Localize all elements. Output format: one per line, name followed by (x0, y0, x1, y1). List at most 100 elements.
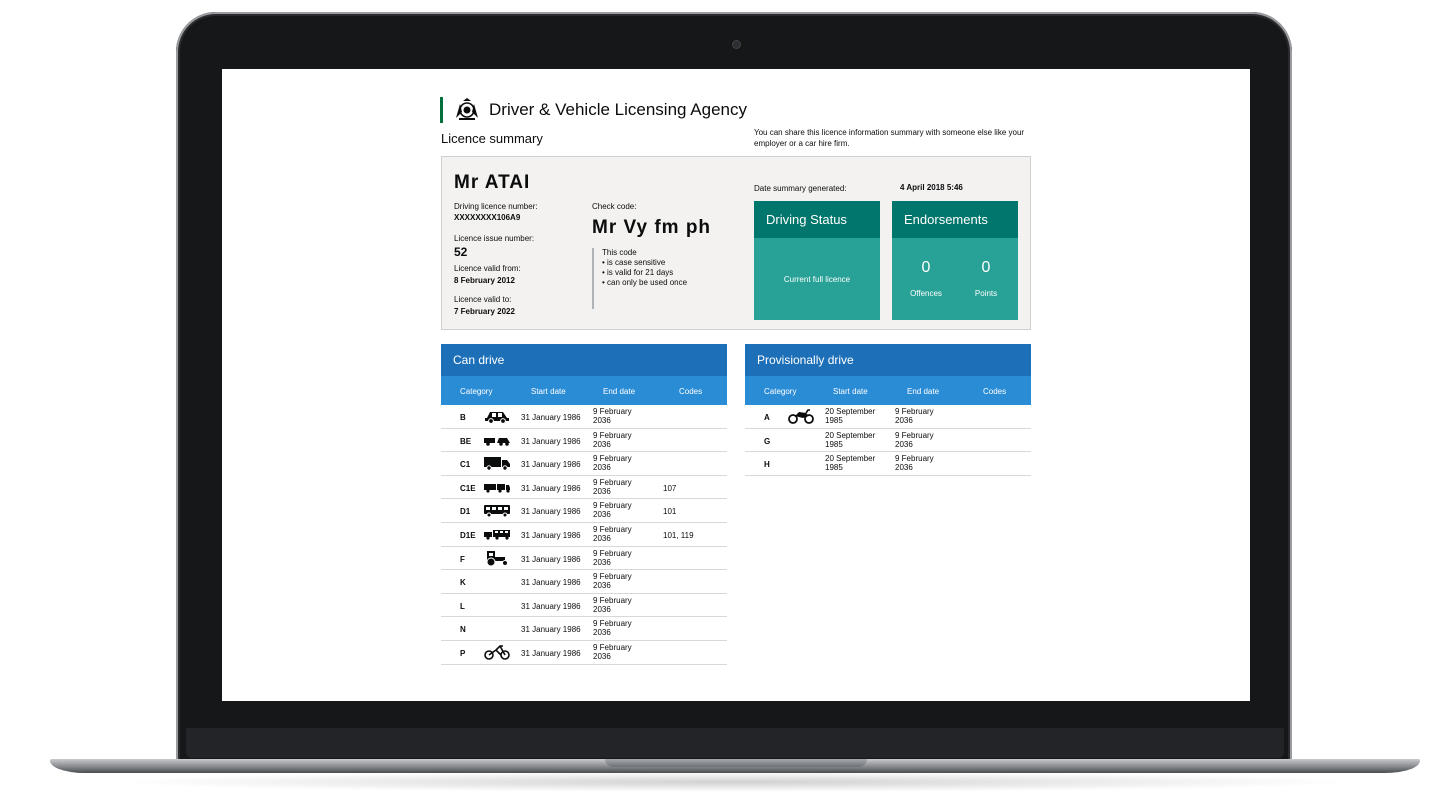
licence-holder-name: Mr ATAI (454, 172, 531, 193)
provisional-header-row: Category Start date End date Codes (745, 376, 1031, 405)
can-drive-header-row: Category Start date End date Codes (441, 376, 727, 405)
category-cell: L (460, 601, 465, 611)
licence-number-value: XXXXXXXX106A9 (454, 213, 521, 222)
end-date-cell: 9 February 2036 (593, 431, 637, 449)
screen: Driver & Vehicle Licensing Agency Licenc… (222, 69, 1250, 701)
royal-crest-icon (456, 98, 478, 120)
end-date-cell: 9 February 2036 (895, 454, 939, 472)
end-date-cell: 9 February 2036 (593, 501, 637, 519)
end-date-line: 9 February (593, 524, 632, 534)
start-date-cell: 31 January 1986 (521, 413, 581, 422)
licence-summary-panel: Mr ATAI Driving licence number: XXXXXXXX… (441, 156, 1031, 330)
category-cell: C1 (460, 460, 471, 470)
end-date-cell: 9 February 2036 (895, 407, 939, 425)
start-date-line: 1985 (825, 463, 843, 473)
end-date-line: 9 February (593, 548, 632, 558)
end-date-line: 2036 (593, 416, 611, 425)
category-cell: F (460, 554, 465, 564)
end-date-line: 2036 (593, 533, 611, 543)
check-code-value[interactable]: Mr Vy fm ph (592, 217, 711, 239)
table-row: D1E 31 January 1986 9 February 2036 101, 119 (441, 523, 727, 547)
end-date-cell: 9 February 2036 (593, 572, 637, 590)
end-date-line: 9 February (593, 642, 632, 652)
code-note-line: • can only be used once (602, 278, 688, 287)
table-row: H 20 September 1985 9 February 2036 (745, 452, 1031, 476)
end-date-line: 2036 (593, 557, 611, 567)
start-date-cell: 31 January 1986 (521, 436, 581, 446)
codes-cell: 107 (663, 483, 677, 493)
end-date-cell: 9 February 2036 (593, 478, 637, 496)
category-cell: BE (460, 436, 472, 446)
column-header-category: Category (764, 387, 797, 396)
end-date-line: 2036 (593, 604, 611, 614)
offences-label: Offences (910, 289, 942, 298)
code-note-line: This code (602, 248, 637, 257)
points-count: 0 (981, 259, 991, 276)
end-date-line: 9 February (593, 454, 632, 464)
table-row: F 31 January 1986 9 February 2036 (441, 547, 727, 571)
driving-status-tile: Driving Status Current full licence (754, 201, 880, 320)
car-icon (483, 408, 511, 424)
check-code-label: Check code: (592, 202, 637, 211)
endorsements-tile: Endorsements 0 Offences 0 Points (892, 201, 1018, 320)
end-date-cell: 9 February 2036 (593, 407, 637, 425)
end-date-line: 2036 (593, 463, 611, 473)
end-date-line: 9 February (593, 595, 632, 605)
valid-to-label: Licence valid to: (454, 295, 512, 304)
start-date-cell: 20 September 1985 (825, 454, 881, 472)
codes-cell: 101, 119 (663, 530, 694, 540)
table-row: C1E 31 January 1986 9 February 2036 107 (441, 476, 727, 500)
code-note-line: • is case sensitive (602, 258, 666, 267)
start-date-cell: 31 January 1986 (521, 554, 581, 564)
valid-to-value: 7 February 2022 (454, 307, 515, 316)
category-cell: H (764, 460, 770, 470)
start-date-cell: 20 September 1985 (825, 407, 881, 425)
category-cell: G (764, 436, 771, 446)
column-header-end-date: End date (907, 387, 940, 396)
category-cell: N (460, 625, 466, 635)
end-date-line: 9 February (593, 501, 632, 511)
generated-value: 4 April 2018 5:46 (900, 183, 963, 192)
licence-number-label: Driving licence number: (454, 202, 538, 211)
laptop-shadow (110, 772, 1360, 792)
column-header-start-date: Start date (531, 387, 566, 396)
start-date-line: 20 September (825, 430, 876, 440)
start-date-cell: 20 September 1985 (825, 431, 881, 449)
category-cell: D1E (460, 530, 476, 540)
endorsements-title: Endorsements (892, 201, 1018, 238)
start-date-cell: 31 January 1986 (521, 483, 581, 493)
start-date-cell: 31 January 1986 (521, 625, 581, 635)
driving-status-value: Current full licence (783, 275, 851, 284)
start-date-line: 20 September (825, 407, 876, 416)
column-header-codes: Codes (679, 387, 703, 396)
start-date-cell: 31 January 1986 (521, 507, 581, 517)
driving-status-title: Driving Status (754, 201, 880, 238)
laptop-notch (605, 759, 867, 767)
category-cell: B (460, 413, 466, 422)
end-date-line: 2036 (593, 439, 611, 449)
share-info-text: You can share this licence information s… (754, 128, 1025, 148)
brand-header[interactable]: Driver & Vehicle Licensing Agency (440, 97, 747, 123)
end-date-cell: 9 February 2036 (593, 643, 637, 661)
end-date-cell: 9 February 2036 (593, 525, 637, 543)
column-header-category: Category (460, 387, 493, 396)
lorry-icon (483, 455, 511, 471)
start-date-cell: 31 January 1986 (521, 648, 581, 658)
codes-cell: 101 (663, 507, 677, 517)
end-date-cell: 9 February 2036 (593, 549, 637, 567)
end-date-line: 9 February (593, 619, 632, 629)
issue-number-label: Licence issue number: (454, 234, 535, 243)
column-header-start-date: Start date (833, 387, 868, 396)
end-date-line: 9 February (593, 407, 632, 416)
screen-bezel (186, 728, 1284, 758)
end-date-line: 9 February (593, 572, 632, 582)
end-date-line: 9 February (895, 454, 934, 464)
end-date-cell: 9 February 2036 (593, 454, 637, 472)
end-date-line: 2036 (593, 651, 611, 661)
table-row: G 20 September 1985 9 February 2036 (745, 429, 1031, 453)
end-date-line: 2036 (895, 463, 913, 473)
end-date-line: 9 February (895, 430, 934, 440)
end-date-line: 9 February (593, 477, 632, 487)
minibus-trailer-icon (483, 526, 511, 542)
category-cell: K (460, 578, 466, 588)
